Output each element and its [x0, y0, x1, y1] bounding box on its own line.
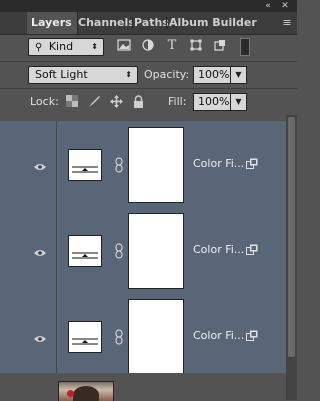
- lock-all-icon[interactable]: [131, 95, 145, 109]
- thumbnail-flower: [67, 390, 74, 397]
- search-icon: ⚲: [35, 42, 43, 53]
- blend-mode-value: Soft Light: [35, 68, 88, 81]
- shape-filter-icon[interactable]: [189, 39, 203, 53]
- opacity-input[interactable]: 100%: [193, 66, 231, 84]
- close-panel-icon[interactable]: ✕: [279, 0, 291, 12]
- panel-title-bar: « ✕: [0, 0, 297, 12]
- lock-position-icon[interactable]: [109, 95, 123, 109]
- link-chain-icon[interactable]: [114, 329, 124, 345]
- layer-list-scrollbar[interactable]: [286, 115, 297, 400]
- lock-image-pixels-icon[interactable]: [87, 95, 101, 109]
- fill-label: Fill:: [168, 95, 187, 108]
- adjustment-thumbnail[interactable]: [68, 321, 102, 353]
- chevron-updown-icon: ⬍: [125, 70, 132, 79]
- image-filter-icon[interactable]: [117, 39, 131, 53]
- layer-row[interactable]: Color Fi...: [0, 293, 286, 380]
- smart-object-filter-icon[interactable]: [213, 39, 227, 53]
- type-filter-icon[interactable]: T: [165, 39, 179, 53]
- visibility-eye-icon[interactable]: [34, 247, 46, 256]
- link-chain-icon[interactable]: [114, 157, 124, 173]
- link-chain-icon[interactable]: [114, 243, 124, 259]
- layer-mask-thumbnail[interactable]: [128, 213, 184, 289]
- layer-divider: [56, 121, 57, 207]
- smart-object-badge-icon: [246, 244, 258, 255]
- visibility-eye-icon[interactable]: [34, 333, 46, 342]
- photo-layer-thumbnail[interactable]: [58, 381, 114, 401]
- layer-filter-row: ⚲ Kind ⬍ T: [0, 35, 297, 59]
- visibility-eye-icon[interactable]: [34, 161, 46, 170]
- filter-toggle-icon[interactable]: [240, 38, 250, 56]
- fill-input[interactable]: 100%: [193, 93, 231, 111]
- tab-separator: [132, 17, 133, 29]
- blend-row: Soft Light ⬍ Opacity: 100% ▼: [0, 61, 297, 88]
- scrollbar-thumb[interactable]: [288, 117, 295, 357]
- opacity-dropdown-arrow-icon[interactable]: ▼: [231, 66, 247, 84]
- tab-separator: [166, 17, 167, 29]
- thumbnail-hair: [73, 386, 99, 401]
- layer-name[interactable]: Color Fi...: [193, 157, 244, 171]
- collapse-panel-icon[interactable]: «: [262, 0, 274, 12]
- layer-name[interactable]: Color Fi...: [193, 329, 244, 343]
- layer-row[interactable]: Color Fi...: [0, 207, 286, 294]
- layer-mask-thumbnail[interactable]: [128, 127, 184, 203]
- layer-mask-thumbnail[interactable]: [128, 299, 184, 375]
- layer-divider: [56, 293, 57, 379]
- lock-row: Lock: Fill: 100% ▼: [0, 88, 297, 116]
- blend-mode-dropdown[interactable]: Soft Light ⬍: [28, 66, 138, 84]
- adjustment-filter-icon[interactable]: [141, 39, 155, 53]
- smart-object-badge-icon: [246, 330, 258, 341]
- lock-label: Lock:: [30, 95, 59, 108]
- layer-name[interactable]: Color Fi...: [193, 243, 244, 257]
- smart-object-badge-icon: [246, 158, 258, 169]
- opacity-label: Opacity:: [144, 68, 190, 81]
- fill-dropdown-arrow-icon[interactable]: ▼: [231, 93, 247, 111]
- chevron-updown-icon: ⬍: [91, 42, 98, 51]
- filter-kind-label: Kind: [48, 40, 74, 53]
- panel-menu-icon[interactable]: ≡: [278, 12, 296, 34]
- tab-channels[interactable]: Channels: [78, 12, 132, 34]
- tab-album-builder[interactable]: Album Builder: [169, 12, 273, 34]
- tab-paths[interactable]: Paths: [134, 12, 168, 34]
- adjustment-thumbnail[interactable]: [68, 235, 102, 267]
- layer-list: Color Fi... Color Fi... Color Fi...: [0, 115, 297, 400]
- tab-layers[interactable]: Layers: [27, 12, 78, 34]
- layer-divider: [56, 207, 57, 293]
- lock-transparent-pixels-icon[interactable]: [65, 95, 79, 109]
- filter-kind-dropdown[interactable]: ⚲ Kind ⬍: [28, 38, 104, 56]
- layer-row[interactable]: [0, 373, 286, 401]
- panel-tabs: Layers Channels Paths Album Builder ≡: [0, 12, 297, 35]
- adjustment-thumbnail[interactable]: [68, 149, 102, 181]
- layer-row[interactable]: Color Fi...: [0, 121, 286, 208]
